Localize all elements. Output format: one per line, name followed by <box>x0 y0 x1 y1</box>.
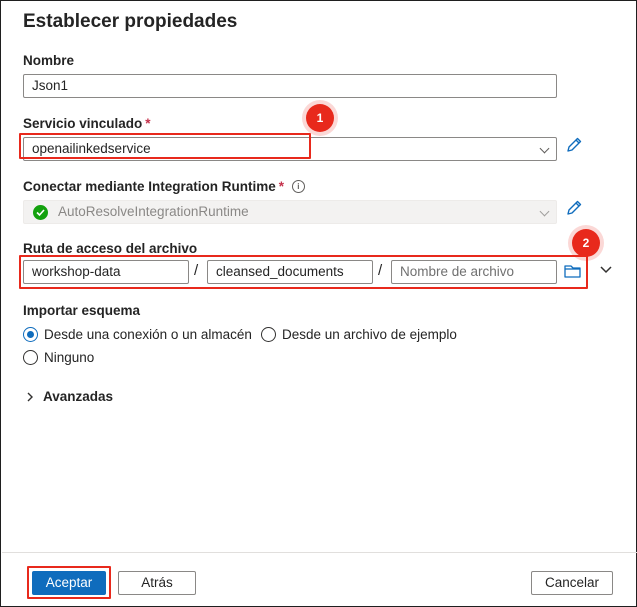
file-name-placeholder: Nombre de archivo <box>400 264 515 279</box>
pencil-icon <box>567 200 582 215</box>
directory-input[interactable]: cleansed_documents <box>207 260 373 284</box>
radio-button[interactable] <box>261 327 276 342</box>
cancel-button[interactable]: Cancelar <box>531 571 613 595</box>
radio-label: Ninguno <box>44 350 95 365</box>
chevron-down-icon <box>600 266 612 274</box>
name-input[interactable]: Json1 <box>23 74 557 98</box>
container-input[interactable]: workshop-data <box>23 260 189 284</box>
browse-folder-icon[interactable] <box>563 262 583 280</box>
pencil-icon <box>567 137 582 152</box>
chevron-down-icon <box>539 143 550 154</box>
edit-linked-service-icon[interactable] <box>565 136 583 154</box>
edit-integration-runtime-icon[interactable] <box>565 199 583 217</box>
radio-option-sample-file[interactable]: Desde un archivo de ejemplo <box>261 325 481 345</box>
radio-label: Desde una conexión o un almacén <box>44 327 252 342</box>
integration-runtime-label: Conectar mediante Integration Runtime * i <box>23 179 305 194</box>
chevron-down-icon <box>539 206 550 217</box>
dialog-title: Establecer propiedades <box>23 11 238 32</box>
integration-runtime-select: AutoResolveIntegrationRuntime <box>23 200 557 224</box>
annotation-badge-2: 2 <box>572 229 600 257</box>
expand-path-icon[interactable] <box>599 263 613 275</box>
integration-runtime-label-text: Conectar mediante Integration Runtime <box>23 179 276 194</box>
folder-icon <box>564 265 581 278</box>
highlight-box-1 <box>19 133 311 159</box>
path-separator: / <box>194 262 199 279</box>
import-schema-label: Importar esquema <box>23 303 141 318</box>
radio-option-connection[interactable]: Desde una conexión o un almacén <box>23 325 263 345</box>
advanced-toggle[interactable]: Avanzadas <box>23 387 143 407</box>
info-icon[interactable]: i <box>291 180 305 193</box>
file-name-input[interactable]: Nombre de archivo <box>391 260 557 284</box>
linked-service-label-text: Servicio vinculado <box>23 116 143 131</box>
back-button[interactable]: Atrás <box>118 571 196 595</box>
required-asterisk: * <box>278 179 285 194</box>
radio-button-selected[interactable] <box>23 327 38 342</box>
integration-runtime-value: AutoResolveIntegrationRuntime <box>58 204 249 219</box>
check-circle-icon <box>33 205 48 220</box>
footer-divider <box>2 552 637 553</box>
accept-button[interactable]: Aceptar <box>32 571 106 595</box>
checkmark-icon <box>36 209 45 217</box>
radio-option-none[interactable]: Ninguno <box>23 348 143 368</box>
required-asterisk: * <box>145 116 151 131</box>
path-separator: / <box>378 262 383 279</box>
file-path-label: Ruta de acceso del archivo <box>23 241 198 256</box>
linked-service-label: Servicio vinculado * <box>23 116 151 131</box>
radio-button[interactable] <box>23 350 38 365</box>
name-label: Nombre <box>23 53 75 68</box>
annotation-badge-1: 1 <box>306 104 334 132</box>
radio-label: Desde un archivo de ejemplo <box>282 327 457 342</box>
advanced-label: Avanzadas <box>43 389 114 404</box>
chevron-right-icon <box>27 392 33 402</box>
set-properties-dialog: Establecer propiedades Nombre Json1 Serv… <box>0 0 637 607</box>
